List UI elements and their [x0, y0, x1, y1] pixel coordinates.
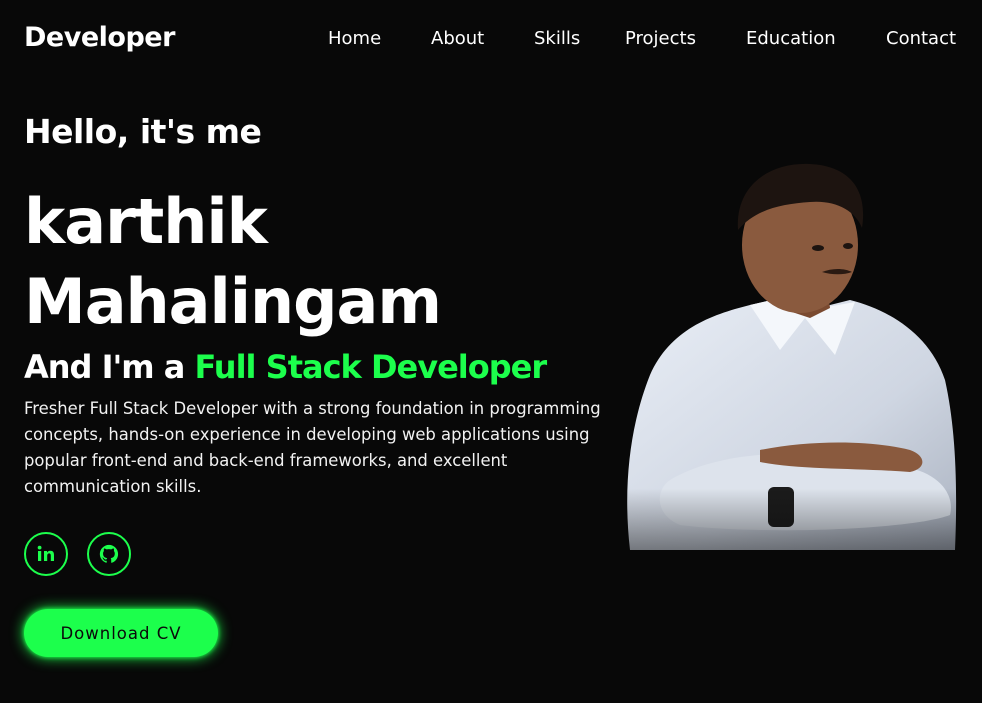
profile-photo — [610, 150, 982, 620]
name-line-1: karthik — [24, 185, 268, 258]
greeting: Hello, it's me — [24, 112, 262, 151]
name-line-2: Mahalingam — [24, 265, 442, 338]
linkedin-icon — [37, 545, 54, 561]
hero-name: karthik Mahalingam — [24, 182, 442, 342]
nav-contact[interactable]: Contact — [886, 28, 956, 49]
github-link[interactable] — [87, 532, 131, 576]
nav-about[interactable]: About — [431, 28, 484, 49]
github-icon — [99, 544, 119, 563]
hero-description: Fresher Full Stack Developer with a stro… — [24, 399, 601, 496]
main-nav: Home About Skills Projects Education Con… — [0, 28, 982, 54]
nav-skills[interactable]: Skills — [534, 28, 580, 49]
role-prefix: And I'm a — [24, 348, 185, 386]
nav-projects[interactable]: Projects — [625, 28, 696, 49]
download-cv-button[interactable]: Download CV — [24, 609, 218, 657]
role-highlight: Full Stack Developer — [194, 348, 548, 386]
linkedin-link[interactable] — [24, 532, 68, 576]
nav-home[interactable]: Home — [328, 28, 381, 49]
nav-education[interactable]: Education — [746, 28, 836, 49]
role-heading: And I'm a Full Stack Developer — [24, 348, 548, 386]
site-header: Developer Home About Skills Projects Edu… — [0, 0, 982, 80]
